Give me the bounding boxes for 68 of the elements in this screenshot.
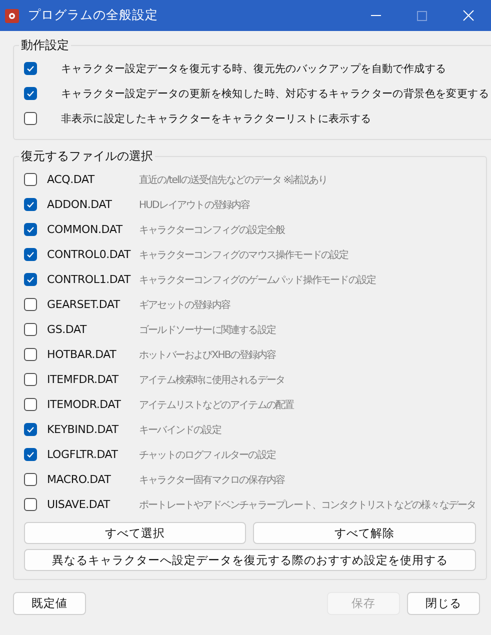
check-icon — [26, 89, 35, 98]
file-name: ACQ.DAT — [47, 173, 96, 186]
file-description: キャラクターコンフィグのゲームパッド操作モードの設定 — [139, 274, 376, 286]
maximize-icon — [417, 10, 427, 20]
checkbox[interactable] — [24, 198, 37, 211]
file-name: UISAVE.DAT — [47, 498, 112, 511]
option-label: 非表示に設定したキャラクターをキャラクターリストに表示する — [61, 112, 372, 126]
check-icon — [26, 225, 35, 234]
file-name: GS.DAT — [47, 323, 88, 336]
file-description: 直近の/tellの送受信先などのデータ ※諸説あり — [139, 174, 328, 186]
file-description: ギアセットの登録内容 — [139, 298, 230, 312]
recommended-settings-button[interactable]: 異なるキャラクターへ設定データを復元する際のおすすめ設定を使用する — [24, 549, 476, 571]
checkbox[interactable] — [24, 273, 37, 286]
file-name: MACRO.DAT — [47, 473, 112, 486]
file-description: キャラクターコンフィグの設定全般 — [139, 224, 285, 236]
checkbox[interactable] — [24, 112, 37, 125]
option-label: キャラクター設定データを復元する時、復元先のバックアップを自動で作成する — [61, 62, 446, 76]
checkbox[interactable] — [24, 348, 37, 361]
check-icon — [26, 250, 35, 259]
checkbox[interactable] — [24, 373, 37, 386]
check-icon — [26, 275, 35, 284]
check-icon — [26, 200, 35, 209]
clear-all-button[interactable]: すべて解除 — [253, 522, 476, 544]
checkbox[interactable] — [24, 223, 37, 236]
group-legend: 復元するファイルの選択 — [19, 148, 155, 165]
file-name: CONTROL0.DAT — [47, 248, 132, 261]
file-description: ホットバーおよびXHBの登録内容 — [139, 348, 276, 362]
checkbox[interactable] — [24, 398, 37, 411]
file-name: KEYBIND.DAT — [47, 423, 120, 436]
footer-button[interactable]: 既定値 — [13, 592, 86, 615]
file-name: GEARSET.DAT — [47, 298, 122, 311]
check-icon — [26, 64, 35, 73]
select-all-button[interactable]: すべて選択 — [24, 522, 246, 544]
file-name: ITEMODR.DAT — [47, 398, 122, 411]
app-icon — [4, 8, 20, 24]
file-description: キャラクターコンフィグのマウス操作モードの設定 — [139, 248, 348, 262]
checkbox[interactable] — [24, 248, 37, 261]
file-description: アイテムリストなどのアイテムの配置 — [139, 398, 294, 412]
window-title: プログラムの全般設定 — [28, 7, 159, 24]
file-description: ポートレートやアドベンチャラープレート、コンタクトリストなどの様々なデータ — [139, 498, 476, 512]
file-description: キャラクター固有マクロの保存内容 — [139, 474, 285, 486]
file-description: チャットのログフィルターの設定 — [139, 448, 276, 462]
file-name: HOTBAR.DAT — [47, 348, 118, 361]
file-description: ゴールドソーサーに関連する設定 — [139, 324, 276, 336]
check-icon — [26, 450, 35, 459]
file-name: ITEMFDR.DAT — [47, 373, 120, 386]
checkbox[interactable] — [24, 423, 37, 436]
file-name: CONTROL1.DAT — [47, 273, 132, 286]
file-name: LOGFLTR.DAT — [47, 448, 119, 461]
checkbox[interactable] — [24, 298, 37, 311]
group-legend: 動作設定 — [19, 37, 71, 54]
close-icon — [462, 10, 474, 21]
checkbox[interactable] — [24, 87, 37, 100]
file-name: ADDON.DAT — [47, 198, 113, 211]
minimize-icon — [371, 14, 381, 16]
checkbox[interactable] — [24, 62, 37, 75]
footer-button[interactable]: 閉じる — [407, 592, 480, 615]
file-description: キーバインドの設定 — [139, 424, 221, 436]
file-description: HUDレイアウトの登録内容 — [139, 198, 250, 212]
checkbox[interactable] — [24, 498, 37, 511]
checkbox[interactable] — [24, 473, 37, 486]
file-description: アイテム検索時に使用されるデータ — [139, 374, 285, 386]
checkbox[interactable] — [24, 323, 37, 336]
file-name: COMMON.DAT — [47, 223, 124, 236]
option-label: キャラクター設定データの更新を検知した時、対応するキャラクターの背景色を変更する — [61, 86, 490, 100]
checkbox[interactable] — [24, 448, 37, 461]
checkbox[interactable] — [24, 173, 37, 186]
check-icon — [26, 425, 35, 434]
